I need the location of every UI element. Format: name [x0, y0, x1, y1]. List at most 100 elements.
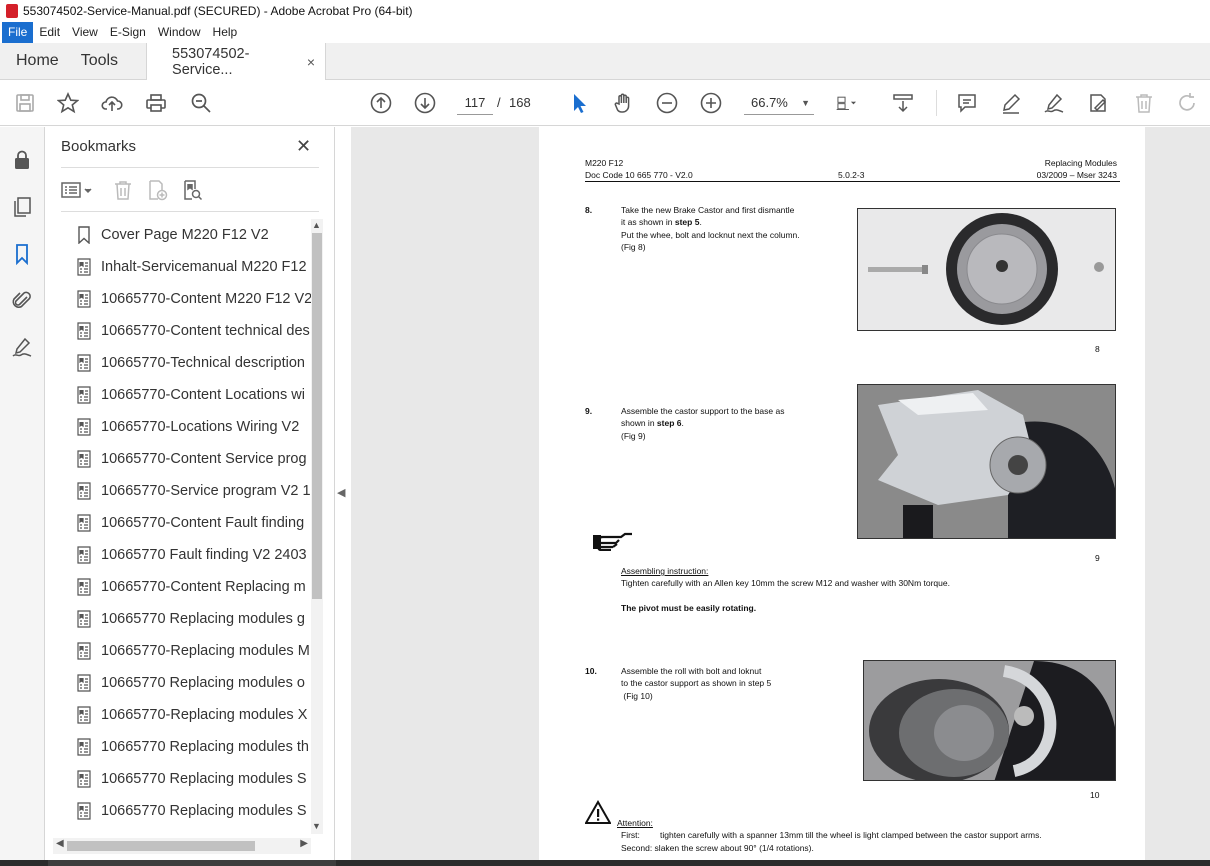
- tagged-bookmark-icon: [77, 578, 91, 596]
- bookmark-item[interactable]: 10665770-Content technical des: [69, 315, 311, 347]
- bookmark-item[interactable]: 10665770 Replacing modules S: [69, 763, 311, 795]
- signature-panel-icon[interactable]: [11, 336, 33, 358]
- figure-10-photo: [863, 660, 1116, 781]
- comment-icon[interactable]: [956, 92, 978, 114]
- menu-file[interactable]: File: [2, 22, 34, 43]
- page-header-chapter: Replacing Modules: [1044, 158, 1117, 168]
- bookmark-label: 10665770 Fault finding V2 2403: [101, 547, 307, 563]
- tab-tools[interactable]: Tools: [75, 43, 134, 79]
- bookmark-options-icon[interactable]: [61, 179, 95, 201]
- scroll-up-icon[interactable]: ▲: [312, 220, 321, 230]
- page-number-input[interactable]: 117: [457, 91, 493, 115]
- tagged-bookmark-icon: [77, 386, 91, 404]
- new-bookmark-icon[interactable]: [146, 179, 168, 201]
- close-tab-icon[interactable]: ×: [307, 54, 315, 70]
- delete-bookmark-icon[interactable]: [112, 179, 134, 201]
- bookmark-item[interactable]: 10665770-Content Fault finding: [69, 507, 311, 539]
- figure-9-photo: [857, 384, 1116, 539]
- close-icon[interactable]: ✕: [296, 136, 311, 157]
- bookmark-label: 10665770-Content Replacing m: [101, 579, 306, 595]
- step-text: to the castor support as shown in step 5: [621, 678, 772, 688]
- find-bookmark-icon[interactable]: [181, 179, 203, 201]
- edit-pdf-icon[interactable]: [1087, 92, 1109, 114]
- menu-window[interactable]: Window: [152, 22, 207, 43]
- print-icon[interactable]: [145, 92, 167, 114]
- bookmark-vertical-scrollbar[interactable]: ▲ ▼: [311, 219, 323, 834]
- bookmark-item[interactable]: 10665770-Locations Wiring V2: [69, 411, 311, 443]
- scroll-right-icon[interactable]: ▶: [300, 838, 308, 849]
- bookmark-horizontal-scrollbar[interactable]: ◀ ▶: [53, 838, 311, 854]
- bookmark-label: Cover Page M220 F12 V2: [101, 227, 269, 243]
- menu-bar: File Edit View E-Sign Window Help: [0, 22, 1210, 43]
- bookmark-item[interactable]: Cover Page M220 F12 V2: [69, 219, 311, 251]
- pdf-page: M220 F12 Doc Code 10 665 770 - V2.0 5.0.…: [539, 127, 1145, 860]
- menu-help[interactable]: Help: [207, 22, 244, 43]
- menu-edit[interactable]: Edit: [33, 22, 66, 43]
- bookmark-item[interactable]: 10665770 Replacing modules o: [69, 667, 311, 699]
- step-text: (Fig 8): [621, 242, 646, 252]
- scrollbar-thumb[interactable]: [67, 841, 255, 851]
- bookmark-item[interactable]: 10665770 Replacing modules th: [69, 731, 311, 763]
- star-icon[interactable]: [57, 92, 79, 114]
- assembling-instruction-title: Assembling instruction:: [621, 566, 709, 576]
- step-text: Take the new Brake Castor and first dism…: [621, 205, 795, 215]
- bookmark-item[interactable]: 10665770-Service program V2 1: [69, 475, 311, 507]
- delete-icon[interactable]: [1133, 92, 1155, 114]
- tagged-bookmark-icon: [77, 258, 91, 276]
- zoom-level-select[interactable]: 66.7% ▼: [744, 91, 814, 115]
- attachment-icon[interactable]: [11, 289, 33, 311]
- step-number: 8.: [585, 205, 593, 215]
- document-view[interactable]: M220 F12 Doc Code 10 665 770 - V2.0 5.0.…: [351, 127, 1210, 860]
- tagged-bookmark-icon: [77, 418, 91, 436]
- scroll-mode-icon[interactable]: [892, 92, 914, 114]
- tagged-bookmark-icon: [77, 770, 91, 788]
- bookmark-item[interactable]: 10665770 Replacing modules S: [69, 795, 311, 827]
- zoom-in-icon[interactable]: [700, 92, 722, 114]
- chevron-down-icon: ▼: [801, 98, 810, 108]
- bookmark-item[interactable]: 10665770 Fault finding V2 2403: [69, 539, 311, 571]
- bookmark-item[interactable]: 10665770-Replacing modules P: [69, 827, 311, 834]
- previous-page-icon[interactable]: [370, 92, 392, 114]
- bookmark-item[interactable]: 10665770-Content M220 F12 V2: [69, 283, 311, 315]
- sign-icon[interactable]: [1043, 92, 1065, 114]
- upload-cloud-icon[interactable]: [101, 92, 123, 114]
- menu-esign[interactable]: E-Sign: [104, 22, 152, 43]
- bookmarks-panel-icon[interactable]: [11, 243, 33, 266]
- bookmark-item[interactable]: 10665770-Technical description: [69, 347, 311, 379]
- save-icon[interactable]: [14, 92, 36, 114]
- scrollbar-thumb[interactable]: [312, 233, 322, 599]
- tab-document-label: 553074502-Service...: [172, 46, 250, 78]
- select-cursor-icon[interactable]: [568, 92, 590, 114]
- bookmark-item[interactable]: 10665770 Replacing modules g: [69, 603, 311, 635]
- bookmark-item[interactable]: 10665770-Content Service prog: [69, 443, 311, 475]
- acrobat-icon: [6, 4, 18, 18]
- attention-first-label: First:: [621, 830, 640, 840]
- zoom-out-icon[interactable]: [656, 92, 678, 114]
- lock-icon[interactable]: [11, 149, 33, 171]
- bookmarks-panel: Bookmarks ✕ Cover Page M220 F12 V2 Inhalt…: [45, 127, 335, 866]
- bookmark-item[interactable]: 10665770-Content Locations wi: [69, 379, 311, 411]
- menu-view[interactable]: View: [66, 22, 104, 43]
- page-thumbnails-icon[interactable]: [11, 196, 33, 218]
- tagged-bookmark-icon: [77, 674, 91, 692]
- scroll-left-icon[interactable]: ◀: [56, 838, 64, 849]
- bookmark-label: 10665770-Technical description: [101, 355, 305, 371]
- zoom-search-icon[interactable]: [190, 92, 212, 114]
- hand-tool-icon[interactable]: [612, 92, 634, 114]
- collapse-panel-icon[interactable]: ◀: [337, 486, 345, 499]
- tab-home[interactable]: Home: [0, 43, 75, 79]
- bookmark-item[interactable]: 10665770-Replacing modules X: [69, 699, 311, 731]
- tagged-bookmark-icon: [77, 610, 91, 628]
- highlight-pen-icon[interactable]: [1000, 92, 1022, 114]
- redo-icon[interactable]: [1176, 92, 1198, 114]
- tagged-bookmark-icon: [77, 738, 91, 756]
- tab-document[interactable]: 553074502-Service... ×: [146, 43, 327, 81]
- scroll-down-icon[interactable]: ▼: [312, 821, 321, 831]
- bookmark-item[interactable]: 10665770-Replacing modules M: [69, 635, 311, 667]
- page-display-icon[interactable]: [836, 92, 870, 114]
- bookmark-item[interactable]: 10665770-Content Replacing m: [69, 571, 311, 603]
- next-page-icon[interactable]: [414, 92, 436, 114]
- step-text: Put the whee, bolt and locknut next the …: [621, 230, 800, 240]
- step-text: (Fig 10): [621, 691, 653, 701]
- bookmark-item[interactable]: Inhalt-Servicemanual M220 F12: [69, 251, 311, 283]
